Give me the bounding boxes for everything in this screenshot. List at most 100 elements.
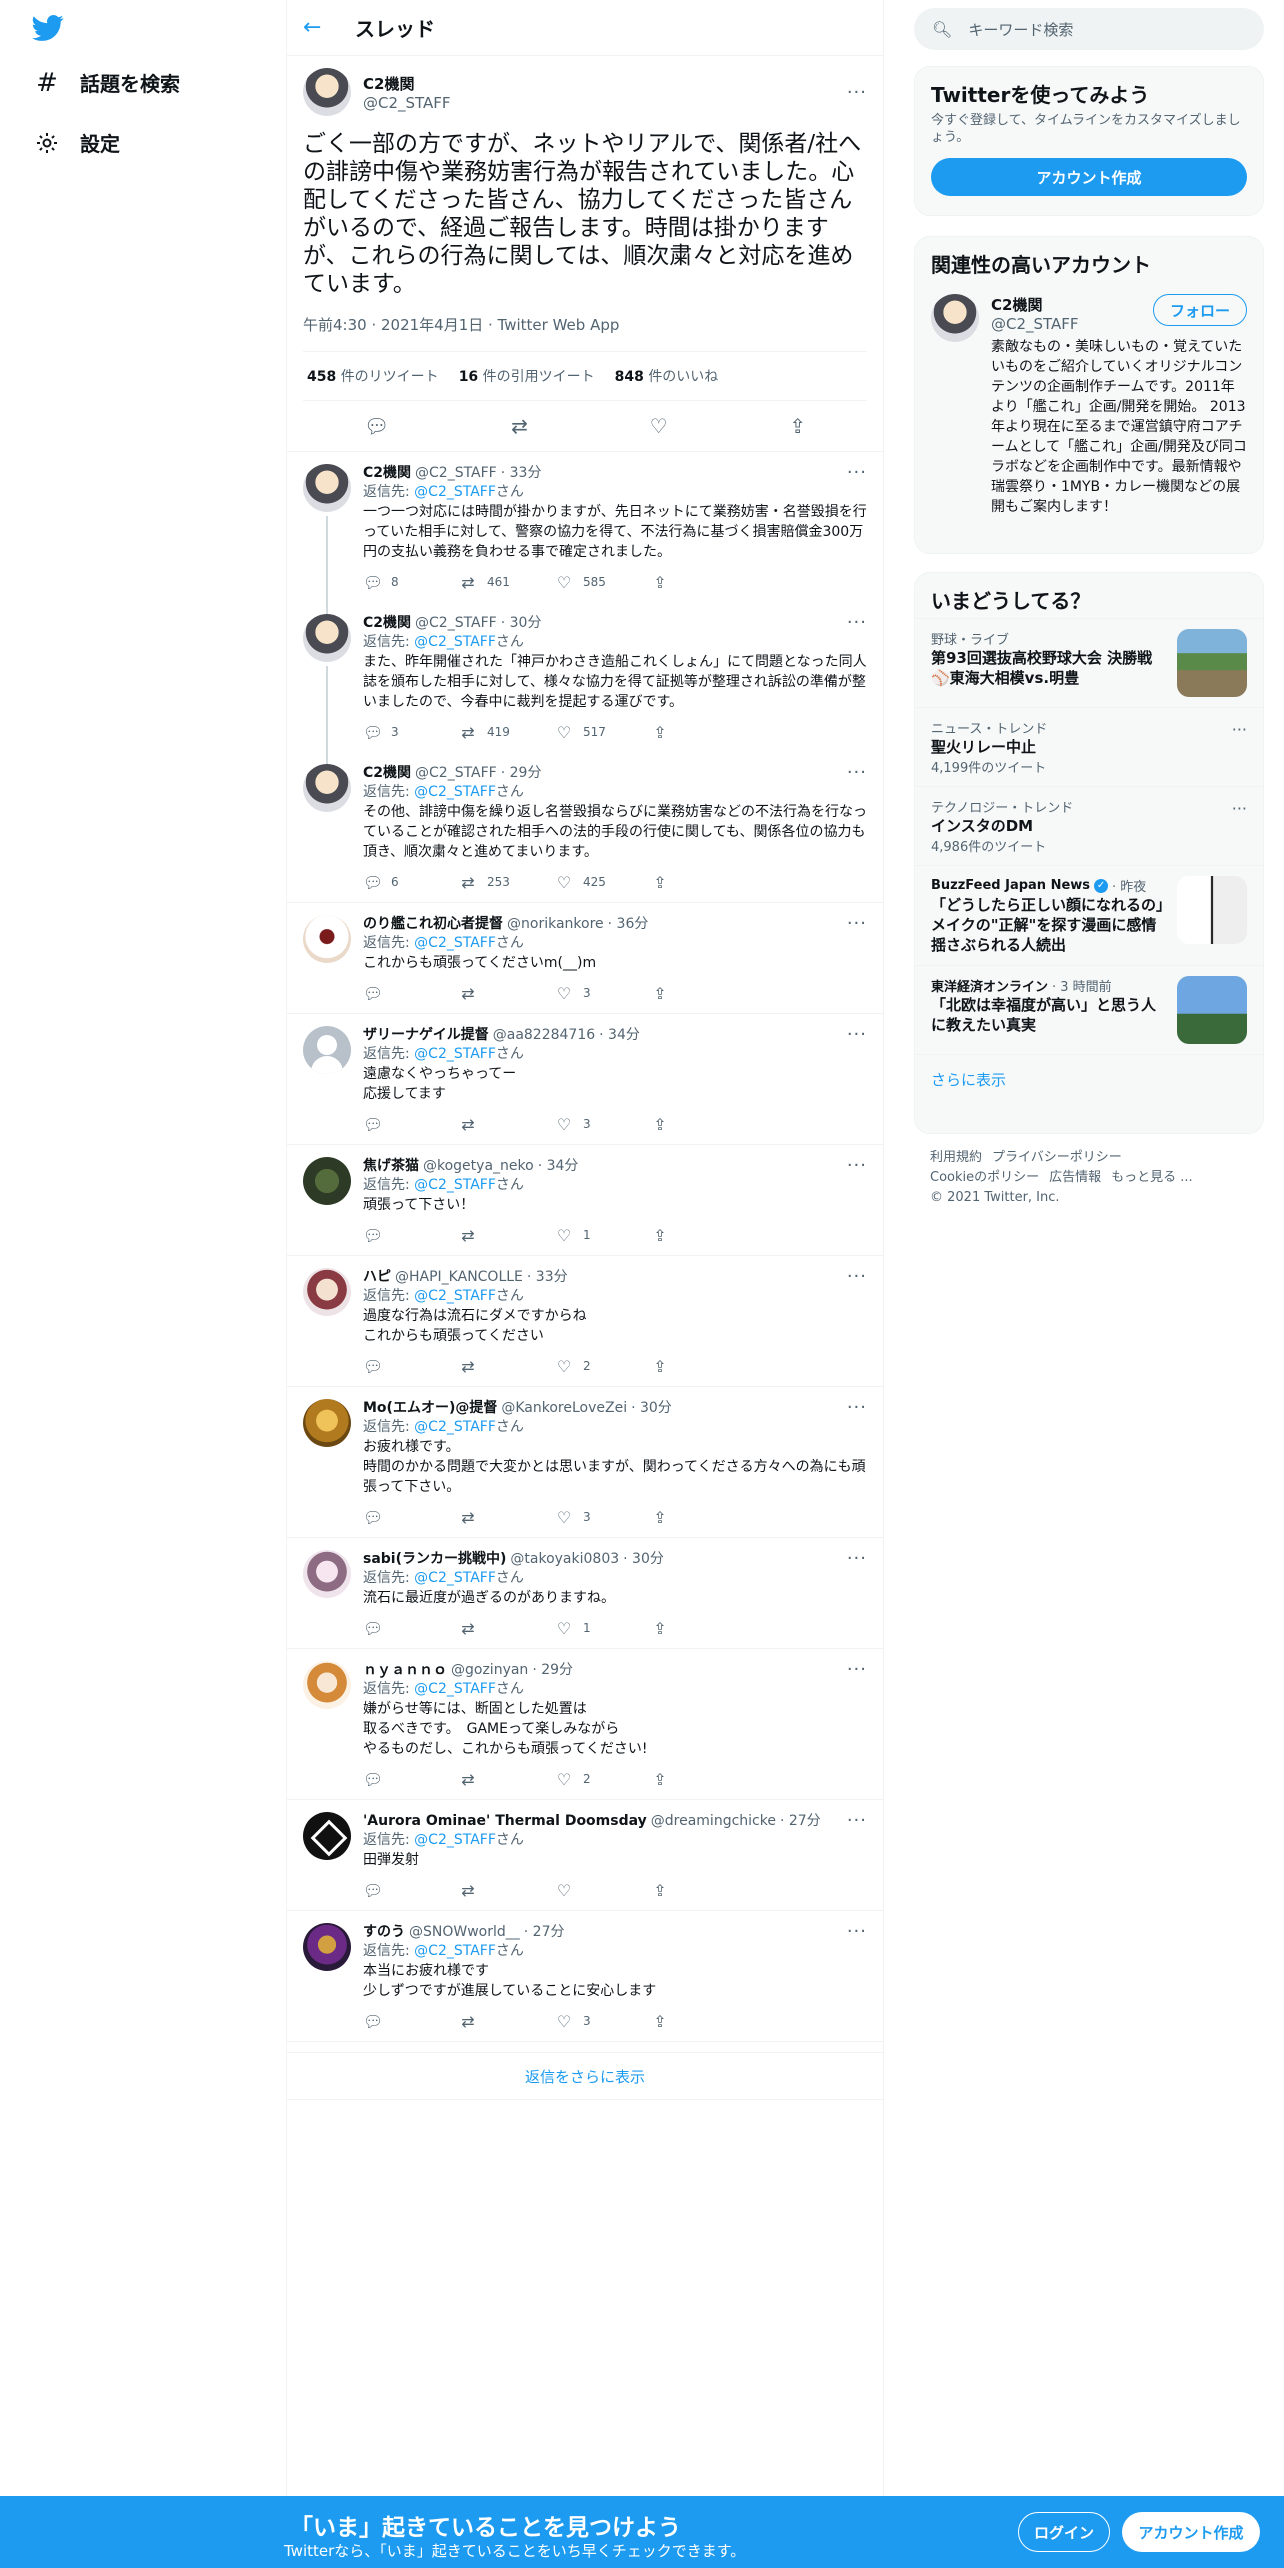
reply-author-name[interactable]: 'Aurora Ominae' Thermal Doomsday [363, 1812, 647, 1830]
reply-author-name[interactable]: Mo(エムオー)@提督 [363, 1399, 497, 1417]
follow-button[interactable]: フォロー [1152, 294, 1247, 326]
more-options-icon[interactable]: ··· [847, 1026, 867, 1044]
nav-settings[interactable]: 設定 [34, 128, 120, 157]
more-options-icon[interactable]: ··· [1232, 799, 1247, 818]
reply-button[interactable]: 💬︎ [363, 1619, 459, 1638]
twitter-logo-icon[interactable] [30, 12, 66, 44]
more-options-icon[interactable]: ··· [847, 82, 867, 103]
like-button[interactable]: ♡ 2 [555, 1357, 651, 1376]
replying-to-handle[interactable]: @C2_STAFF [414, 634, 496, 650]
reply-time[interactable]: · 27分 [524, 1923, 565, 1941]
replying-to-handle[interactable]: @C2_STAFF [414, 1177, 496, 1193]
reply-author-name[interactable]: sabi(ランカー挑戦中) [363, 1550, 506, 1568]
reply-time[interactable]: · 30分 [501, 614, 542, 632]
retweet-button[interactable]: ⇄ [459, 1357, 555, 1376]
reply-button[interactable]: 💬︎ [363, 1770, 459, 1789]
reply-time[interactable]: · 34分 [599, 1026, 640, 1044]
avatar[interactable] [303, 1026, 351, 1074]
trend-item[interactable]: 野球・ライブ 第93回選抜高校野球大会 決勝戦 ⚾東海大相模vs.明豊 [915, 618, 1263, 707]
reply-button[interactable]: 💬︎ [363, 1357, 459, 1376]
share-button[interactable]: ⇪ [651, 1619, 679, 1638]
share-button[interactable]: ⇪ [651, 1881, 679, 1900]
reply-button[interactable]: 💬︎ [363, 1226, 459, 1245]
signup-button[interactable]: アカウント作成 [1122, 2512, 1260, 2552]
more-options-icon[interactable]: ··· [847, 1157, 867, 1175]
avatar[interactable] [303, 614, 351, 662]
author-handle[interactable]: @C2_STAFF [363, 94, 847, 112]
reply-author-name[interactable]: ｎｙａｎｎｏ [363, 1661, 447, 1679]
reply-tweet[interactable]: ｎｙａｎｎｏ @gozinyan · 29分 ··· 返信先: @C2_STAFFさん嫌… [287, 1649, 883, 1800]
replying-to-handle[interactable]: @C2_STAFF [414, 1288, 496, 1304]
reply-author-handle[interactable]: @C2_STAFF [415, 614, 497, 632]
create-account-button[interactable]: アカウント作成 [931, 158, 1247, 196]
relevant-handle[interactable]: @C2_STAFF [991, 315, 1079, 333]
show-more-replies-button[interactable]: 返信をさらに表示 [287, 2052, 883, 2100]
reply-author-handle[interactable]: @kogetya_neko [423, 1157, 534, 1175]
reply-author-handle[interactable]: @SNOWworld__ [409, 1923, 520, 1941]
like-button[interactable]: ♡ 585 [555, 573, 651, 592]
reply-time[interactable]: · 27分 [780, 1812, 821, 1830]
search-input[interactable]: 🔍︎ キーワード検索 [914, 8, 1264, 50]
retweet-button[interactable]: ⇄ 461 [459, 573, 555, 592]
retweet-button[interactable]: ⇄ [459, 984, 555, 1003]
reply-button[interactable]: 💬︎ [363, 1881, 459, 1900]
share-button[interactable]: ⇪ [651, 1115, 679, 1134]
reply-tweet[interactable]: ハピ @HAPI_KANCOLLE · 33分 ··· 返信先: @C2_STAFFさん… [287, 1256, 883, 1387]
retweet-button[interactable]: ⇄ [459, 1770, 555, 1789]
like-button[interactable]: ♡ 517 [555, 723, 651, 742]
reply-author-handle[interactable]: @gozinyan [451, 1661, 528, 1679]
like-button[interactable]: ♡ 3 [555, 984, 651, 1003]
avatar[interactable] [303, 1268, 351, 1316]
reply-author-handle[interactable]: @C2_STAFF [415, 464, 497, 482]
like-button[interactable]: ♡ 1 [555, 1226, 651, 1245]
reply-time[interactable]: · 33分 [501, 464, 542, 482]
tweet-timestamp[interactable]: 午前4:30 · 2021年4月1日 · Twitter Web App [303, 314, 867, 352]
like-count[interactable]: 848 件のいいね [615, 366, 719, 386]
avatar[interactable] [303, 1399, 351, 1447]
more-options-icon[interactable]: ··· [847, 464, 867, 482]
avatar[interactable] [303, 1812, 351, 1860]
footer-more[interactable]: もっと見る ... [1111, 1170, 1193, 1185]
more-options-icon[interactable]: ··· [847, 1550, 867, 1568]
replying-to-handle[interactable]: @C2_STAFF [414, 1570, 496, 1586]
share-button[interactable]: ⇪ [651, 723, 679, 742]
reply-author-name[interactable]: C2機関 [363, 764, 411, 782]
reply-author-name[interactable]: のり艦これ初心者提督 [363, 915, 503, 933]
reply-time[interactable]: · 30分 [631, 1399, 672, 1417]
reply-tweet[interactable]: C2機関 @C2_STAFF · 33分 ··· 返信先: @C2_STAFFさん 一つ一… [287, 452, 883, 614]
share-icon[interactable]: ⇪ [789, 414, 806, 438]
reply-tweet[interactable]: 焦げ茶猫 @kogetya_neko · 34分 ··· 返信先: @C2_STAFFさ… [287, 1145, 883, 1256]
more-options-icon[interactable]: ··· [847, 1923, 867, 1941]
reply-author-name[interactable]: C2機関 [363, 464, 411, 482]
reply-time[interactable]: · 30分 [623, 1550, 664, 1568]
replying-to-handle[interactable]: @C2_STAFF [414, 784, 496, 800]
replying-to-handle[interactable]: @C2_STAFF [414, 1943, 496, 1959]
reply-button[interactable]: 💬︎ [363, 1508, 459, 1527]
avatar[interactable] [303, 1923, 351, 1971]
reply-button[interactable]: 💬︎ [363, 1115, 459, 1134]
replying-to-handle[interactable]: @C2_STAFF [414, 935, 496, 951]
avatar[interactable] [303, 464, 351, 512]
reply-button[interactable]: 💬︎ 3 [363, 723, 459, 742]
reply-author-name[interactable]: 焦げ茶猫 [363, 1157, 419, 1175]
reply-author-name[interactable]: ハピ [363, 1268, 391, 1286]
retweet-button[interactable]: ⇄ [459, 1619, 555, 1638]
replying-to-handle[interactable]: @C2_STAFF [414, 484, 496, 500]
like-icon[interactable]: ♡ [650, 414, 668, 438]
retweet-button[interactable]: ⇄ [459, 1881, 555, 1900]
like-button[interactable]: ♡ 425 [555, 873, 651, 892]
reply-author-name[interactable]: ザリーナゲイル提督 [363, 1026, 489, 1044]
replying-to-handle[interactable]: @C2_STAFF [414, 1681, 496, 1697]
relevant-account[interactable]: C2機関 @C2_STAFF フォロー 素敵なもの・美味しいもの・覚えていたいも… [915, 282, 1263, 529]
retweet-button[interactable]: ⇄ [459, 2012, 555, 2031]
reply-button[interactable]: 💬︎ [363, 2012, 459, 2031]
news-item[interactable]: BuzzFeed Japan News ✓ · 昨夜 「どうしたら正しい顔になれるの… [915, 865, 1263, 965]
reply-tweet[interactable]: sabi(ランカー挑戦中) @takoyaki0803 · 30分 ··· 返信先: @… [287, 1538, 883, 1649]
reply-time[interactable]: · 33分 [527, 1268, 568, 1286]
replying-to-handle[interactable]: @C2_STAFF [414, 1832, 496, 1848]
news-item[interactable]: 東洋経済オンライン · 3 時間前 「北欧は幸福度が高い」と思う人に教えたい真実 [915, 965, 1263, 1054]
reply-button[interactable]: 💬︎ 6 [363, 873, 459, 892]
reply-author-name[interactable]: C2機関 [363, 614, 411, 632]
share-button[interactable]: ⇪ [651, 1226, 679, 1245]
share-button[interactable]: ⇪ [651, 2012, 679, 2031]
